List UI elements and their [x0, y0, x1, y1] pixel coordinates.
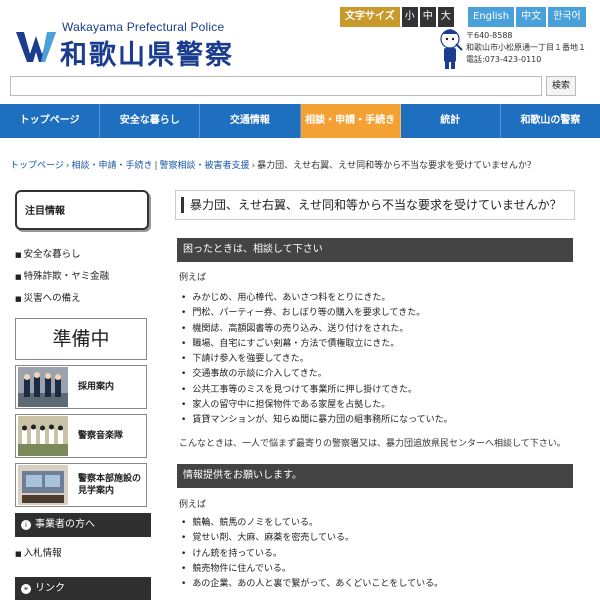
- square-bullet-icon: ■: [15, 251, 22, 259]
- facility-photo-icon: [18, 465, 68, 505]
- info-icon: i: [21, 520, 31, 530]
- address-block: 〒640-8588 和歌山市小松原通一丁目１番地１ 電話:073-423-011…: [466, 30, 586, 66]
- facility-tour-banner[interactable]: 警察本部施設の 見学案内: [15, 463, 147, 507]
- font-size-small-button[interactable]: 小: [401, 7, 418, 27]
- section-closing: こんなときは、一人で悩まず最寄りの警察署又は、暴力団追放県民センターへ相談して下…: [179, 439, 566, 449]
- list-item: 競売物件に住んでいる。: [181, 562, 443, 577]
- band-photo-icon: [18, 416, 68, 456]
- notice-heading: 注目情報: [15, 190, 149, 230]
- font-size-large-button[interactable]: 大: [437, 7, 454, 27]
- sidebar-link-label: 安全な暮らし: [23, 249, 81, 260]
- sidebar-link-safety[interactable]: ■ 安全な暮らし: [15, 244, 151, 266]
- search-input[interactable]: [10, 76, 542, 96]
- breadcrumb-link[interactable]: 警察相談・被害者支援: [160, 161, 250, 171]
- sidebar-link-label: 災害への備え: [23, 293, 81, 304]
- banner-label: 警察音楽隊: [78, 431, 124, 441]
- banner-label: 採用案内: [78, 382, 115, 392]
- list-item: 公共工事等のミスを見つけて事業所に押し掛けてきた。: [181, 383, 453, 398]
- list-item: 機関誌、高額図書等の売り込み、送り付けをされた。: [181, 322, 453, 337]
- list-item: 賃貸マンションが、知らぬ間に暴力団の組事務所になっていた。: [181, 413, 452, 428]
- nav-item-statistics[interactable]: 統計: [401, 104, 501, 138]
- page-title: 暴力団、えせ右翼、えせ同和等から不当な要求を受けていませんか？: [175, 190, 575, 220]
- font-size-switcher: 文字サイズ 小 中 大: [340, 7, 454, 27]
- list-item: 覚せい剤、大麻、麻薬を密売している。: [181, 531, 443, 546]
- logo-japanese-text[interactable]: 和歌山県警察: [60, 33, 234, 72]
- list-item: 交通事故の示談に介入してきた。: [181, 367, 453, 382]
- lang-korean-button[interactable]: 한국어: [548, 7, 586, 27]
- sidebar-link-disaster[interactable]: ■ 災害への備え: [15, 288, 151, 310]
- list-item: 競輪、競馬のノミをしている。: [181, 516, 443, 531]
- list-item: 家人の留守中に担保物件である家屋を占拠した。: [181, 398, 453, 413]
- font-size-label: 文字サイズ: [340, 7, 400, 27]
- nav-item-safety[interactable]: 安全な暮らし: [100, 104, 201, 138]
- preparing-banner: 準備中: [15, 318, 147, 360]
- logo-english-text[interactable]: Wakayama Prefectural Police: [62, 20, 224, 34]
- list-item: あの企業、あの人と裏で繋がって、あくどいことをしている。: [181, 577, 443, 592]
- police-logo-icon[interactable]: [16, 32, 56, 62]
- site-header: Wakayama Prefectural Police 和歌山県警察 文字サイズ…: [0, 0, 600, 72]
- search-button[interactable]: 検索: [546, 76, 576, 96]
- police-band-banner[interactable]: 警察音楽隊: [15, 414, 147, 458]
- lang-chinese-button[interactable]: 中文: [516, 7, 547, 27]
- nav-item-wakayama-police[interactable]: 和歌山の警察: [501, 104, 600, 138]
- sidebar-link-fraud[interactable]: ■ 特殊詐欺・ヤミ金融: [15, 266, 151, 288]
- main-content: 暴力団、えせ右翼、えせ同和等から不当な要求を受けていませんか？ 困ったときは、相…: [175, 190, 575, 589]
- breadcrumb: トップページ › 相談・申請・手続き | 警察相談・被害者支援 › 暴力団、えせ右翼、えせ同…: [10, 161, 536, 171]
- square-bullet-icon: ■: [15, 295, 22, 303]
- sidebar: 注目情報 ■ 安全な暮らし ■ 特殊詐欺・ヤミ金融 ■ 災害への備え 準備中 採用案内: [15, 190, 151, 600]
- square-bullet-icon: ■: [15, 273, 22, 281]
- square-bullet-icon: ■: [15, 550, 22, 558]
- banner-label: 警察本部施設の 見学案内: [78, 474, 142, 496]
- page: Wakayama Prefectural Police 和歌山県警察 文字サイズ…: [0, 0, 600, 600]
- street-address: 和歌山市小松原通一丁目１番地１: [466, 43, 586, 52]
- nav-item-top[interactable]: トップページ: [0, 104, 101, 138]
- nav-item-consultation[interactable]: 相談・申請・手続き: [300, 104, 401, 138]
- font-size-medium-button[interactable]: 中: [419, 7, 436, 27]
- nav-item-traffic[interactable]: 交通情報: [200, 104, 301, 138]
- section-heading-consult: 困ったときは、相談して下さい: [177, 238, 573, 262]
- breadcrumb-link[interactable]: 相談・申請・手続き: [71, 161, 152, 171]
- postal-code: 〒640-8588: [466, 31, 513, 40]
- sidebar-link-bidding[interactable]: ■ 入札情報: [15, 543, 151, 565]
- consult-examples-list: みかじめ、用心棒代、あいさつ料をとりにきた。 門松、パーティー券、おしぼり等の購…: [181, 291, 453, 429]
- link-heading-label: リンク: [35, 583, 65, 594]
- section-heading-info: 情報提供をお願いします。: [177, 464, 573, 488]
- info-examples-list: 競輪、競馬のノミをしている。 覚せい剤、大麻、麻薬を密売している。 けん銃を持っ…: [181, 516, 443, 592]
- link-heading: ⚭ リンク: [15, 577, 151, 600]
- notice-links: ■ 安全な暮らし ■ 特殊詐欺・ヤミ金融 ■ 災害への備え: [15, 244, 151, 310]
- sidebar-link-label: 入札情報: [23, 548, 62, 559]
- sidebar-link-label: 特殊詐欺・ヤミ金融: [23, 271, 110, 282]
- section-intro: 例えば: [179, 273, 207, 283]
- business-heading: i 事業者の方へ: [15, 513, 151, 537]
- list-item: 職場、自宅にすごい剣幕・方法で債権取立にきた。: [181, 337, 453, 352]
- list-item: けん銃を持っている。: [181, 547, 443, 562]
- list-item: 門松、パーティー券、おしぼり等の購入を要求してきた。: [181, 306, 453, 321]
- phone-number: 電話:073-423-0110: [466, 55, 542, 64]
- link-icon: ⚭: [21, 584, 31, 594]
- list-item: みかじめ、用心棒代、あいさつ料をとりにきた。: [181, 291, 453, 306]
- recruitment-banner[interactable]: 採用案内: [15, 365, 147, 409]
- mascot-icon: [440, 29, 463, 69]
- lang-english-button[interactable]: English: [468, 7, 515, 27]
- section-intro: 例えば: [179, 500, 207, 510]
- breadcrumb-current: 暴力団、えせ右翼、えせ同和等から不当な要求を受けていませんか？: [257, 161, 536, 171]
- list-item: 下請け参入を強要してきた。: [181, 352, 453, 367]
- global-nav: トップページ 安全な暮らし 交通情報 相談・申請・手続き 統計 和歌山の警察: [0, 104, 600, 138]
- language-switcher: English 中文 한국어: [468, 7, 588, 27]
- business-heading-label: 事業者の方へ: [35, 519, 95, 530]
- breadcrumb-link[interactable]: トップページ: [10, 161, 64, 171]
- recruitment-photo-icon: [18, 367, 68, 407]
